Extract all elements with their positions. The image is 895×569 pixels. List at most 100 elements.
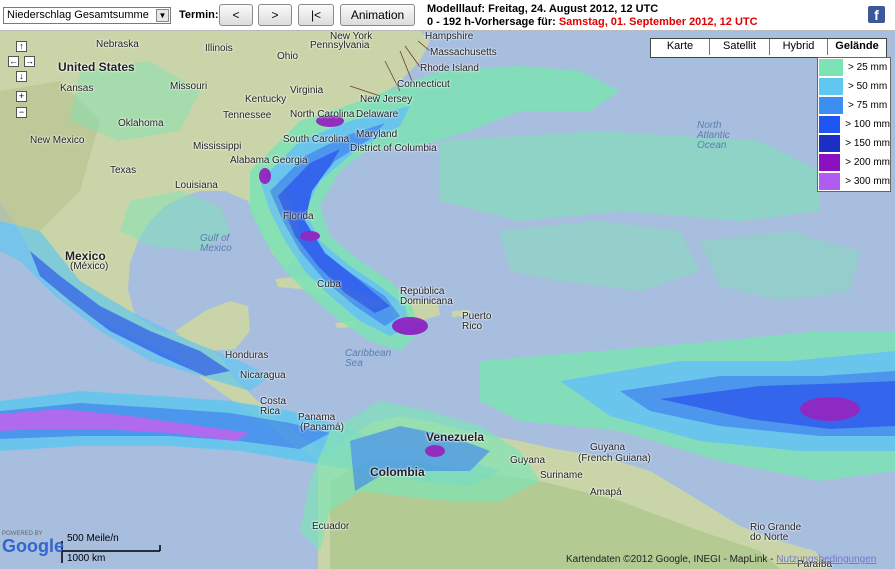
label-honduras: Honduras — [225, 350, 269, 361]
legend-row: > 200 mm — [818, 153, 890, 172]
label-ecuador: Ecuador — [312, 521, 350, 532]
legend-swatch — [819, 59, 843, 76]
maplink-text: MapLink — [729, 554, 768, 565]
google-brand-text: Google — [2, 536, 64, 556]
label-venezuela: Venezuela — [426, 430, 485, 444]
legend-row: > 300 mm — [818, 172, 890, 191]
map-canvas[interactable]: Nebraska Illinois Ohio Pennsylvania New … — [0, 31, 895, 569]
zoom-in-button[interactable]: + — [16, 91, 27, 102]
map-type-satellit[interactable]: Satellit — [710, 39, 770, 55]
map-type-karte[interactable]: Karte — [651, 39, 710, 55]
google-logo[interactable]: POWERED BY Google — [2, 531, 64, 555]
label-north-carolina: North Carolina — [290, 109, 355, 120]
label-rio-grande: Rio Grande do Norte — [750, 522, 802, 543]
label-costa-rica: Costa Rica — [260, 396, 287, 417]
legend-label: > 75 mm — [848, 100, 888, 111]
pan-up-button[interactable]: ↑ — [16, 41, 27, 52]
label-new-york: New York — [330, 31, 373, 42]
legend-label: > 300 mm — [845, 176, 890, 187]
legend-label: > 100 mm — [845, 119, 890, 130]
legend-label: > 25 mm — [848, 62, 888, 73]
label-dominican: República Dominicana — [400, 286, 453, 307]
label-nicaragua: Nicaragua — [240, 370, 286, 381]
legend-row: > 50 mm — [818, 77, 890, 96]
prev-button[interactable]: < — [219, 4, 253, 26]
scale-miles: 500 Meile/n — [67, 533, 119, 544]
pan-left-button[interactable]: ← — [8, 56, 19, 67]
label-oklahoma: Oklahoma — [118, 118, 164, 129]
label-tennessee: Tennessee — [223, 110, 272, 121]
label-nebraska: Nebraska — [96, 39, 139, 50]
label-louisiana: Louisiana — [175, 180, 218, 191]
forecast-prefix: 0 - 192 h-Vorhersage für: — [427, 16, 556, 28]
label-alabama: Alabama — [230, 155, 270, 166]
model-run-text: Modelllauf: Freitag, 24. August 2012, 12… — [427, 3, 659, 15]
map-scale: 500 Meile/n 1000 km — [62, 533, 162, 564]
label-massachusetts: Massachusetts — [430, 47, 497, 58]
label-new-jersey: New Jersey — [360, 94, 413, 105]
legend-swatch — [819, 154, 841, 171]
pan-down-button[interactable]: ↓ — [16, 71, 27, 82]
legend-swatch — [819, 116, 841, 133]
legend-swatch — [819, 173, 841, 190]
label-rhode-island: Rhode Island — [420, 63, 479, 74]
forecast-line: 0 - 192 h-Vorhersage für: Samstag, 01. S… — [427, 16, 758, 28]
label-texas: Texas — [110, 165, 137, 176]
top-toolbar: Niederschlag Gesamtsumme ▼ Termin: < > |… — [0, 0, 895, 31]
label-gulf-of-mexico: Gulf of Mexico — [200, 233, 232, 254]
label-french-guiana: (French Guiana) — [578, 453, 651, 464]
label-suriname: Suriname — [540, 470, 583, 481]
label-missouri: Missouri — [170, 81, 208, 92]
termin-label: Termin: — [179, 9, 219, 21]
terms-link[interactable]: Nutzungsbedingungen — [776, 554, 876, 565]
next-button[interactable]: > — [258, 4, 292, 26]
label-south-carolina: South Carolina — [283, 134, 350, 145]
legend-row: > 100 mm — [818, 115, 890, 134]
label-delaware: Delaware — [356, 109, 399, 120]
label-hampshire: Hampshire — [425, 31, 474, 42]
scale-km: 1000 km — [67, 553, 106, 564]
label-panama-sub: (Panamá) — [300, 422, 344, 433]
label-new-mexico: New Mexico — [30, 135, 85, 146]
label-district-of-columbia: District of Columbia — [350, 143, 437, 154]
product-select[interactable]: Niederschlag Gesamtsumme ▼ — [3, 7, 171, 24]
zoom-out-button[interactable]: − — [16, 107, 27, 118]
chevron-down-icon[interactable]: ▼ — [156, 9, 169, 22]
label-puerto-rico: Puerto Rico — [462, 311, 492, 332]
legend-swatch — [819, 78, 843, 95]
first-button[interactable]: |< — [298, 4, 334, 26]
label-virginia: Virginia — [290, 85, 324, 96]
label-united-states: United States — [58, 60, 135, 74]
attribution-text: Kartendaten ©2012 Google, INEGI - — [566, 554, 730, 565]
pan-right-button[interactable]: → — [24, 56, 35, 67]
legend-label: > 200 mm — [845, 157, 890, 168]
legend-swatch — [819, 135, 841, 152]
map-type-switcher: Karte Satellit Hybrid Gelände — [650, 38, 887, 58]
legend-label: > 50 mm — [848, 81, 888, 92]
map-type-gelaende[interactable]: Gelände — [828, 39, 886, 55]
legend-row: > 25 mm — [818, 58, 890, 77]
label-georgia: Georgia — [272, 155, 308, 166]
label-kansas: Kansas — [60, 83, 94, 94]
forecast-target: Samstag, 01. September 2012, 12 UTC — [558, 16, 758, 28]
label-kentucky: Kentucky — [245, 94, 287, 105]
label-cuba: Cuba — [317, 279, 341, 290]
legend-swatch — [819, 97, 843, 114]
product-select-value: Niederschlag Gesamtsumme — [7, 9, 149, 21]
label-ohio: Ohio — [277, 51, 299, 62]
map-attribution: Kartendaten ©2012 Google, INEGI - MapLin… — [566, 554, 876, 565]
label-mexico-sub: (México) — [70, 261, 109, 272]
attribution-separator: - — [767, 554, 777, 565]
map-type-hybrid[interactable]: Hybrid — [770, 39, 828, 55]
label-maryland: Maryland — [356, 129, 398, 140]
precipitation-legend: > 25 mm > 50 mm > 75 mm > 100 mm > 150 m… — [817, 57, 891, 192]
label-illinois: Illinois — [205, 43, 233, 54]
animation-button[interactable]: Animation — [340, 4, 415, 26]
label-caribbean: Caribbean Sea — [345, 348, 392, 369]
label-connecticut: Connecticut — [397, 79, 450, 90]
legend-label: > 150 mm — [845, 138, 890, 149]
legend-row: > 75 mm — [818, 96, 890, 115]
label-florida: Florida — [283, 211, 314, 222]
facebook-icon[interactable]: f — [868, 6, 885, 23]
legend-row: > 150 mm — [818, 134, 890, 153]
